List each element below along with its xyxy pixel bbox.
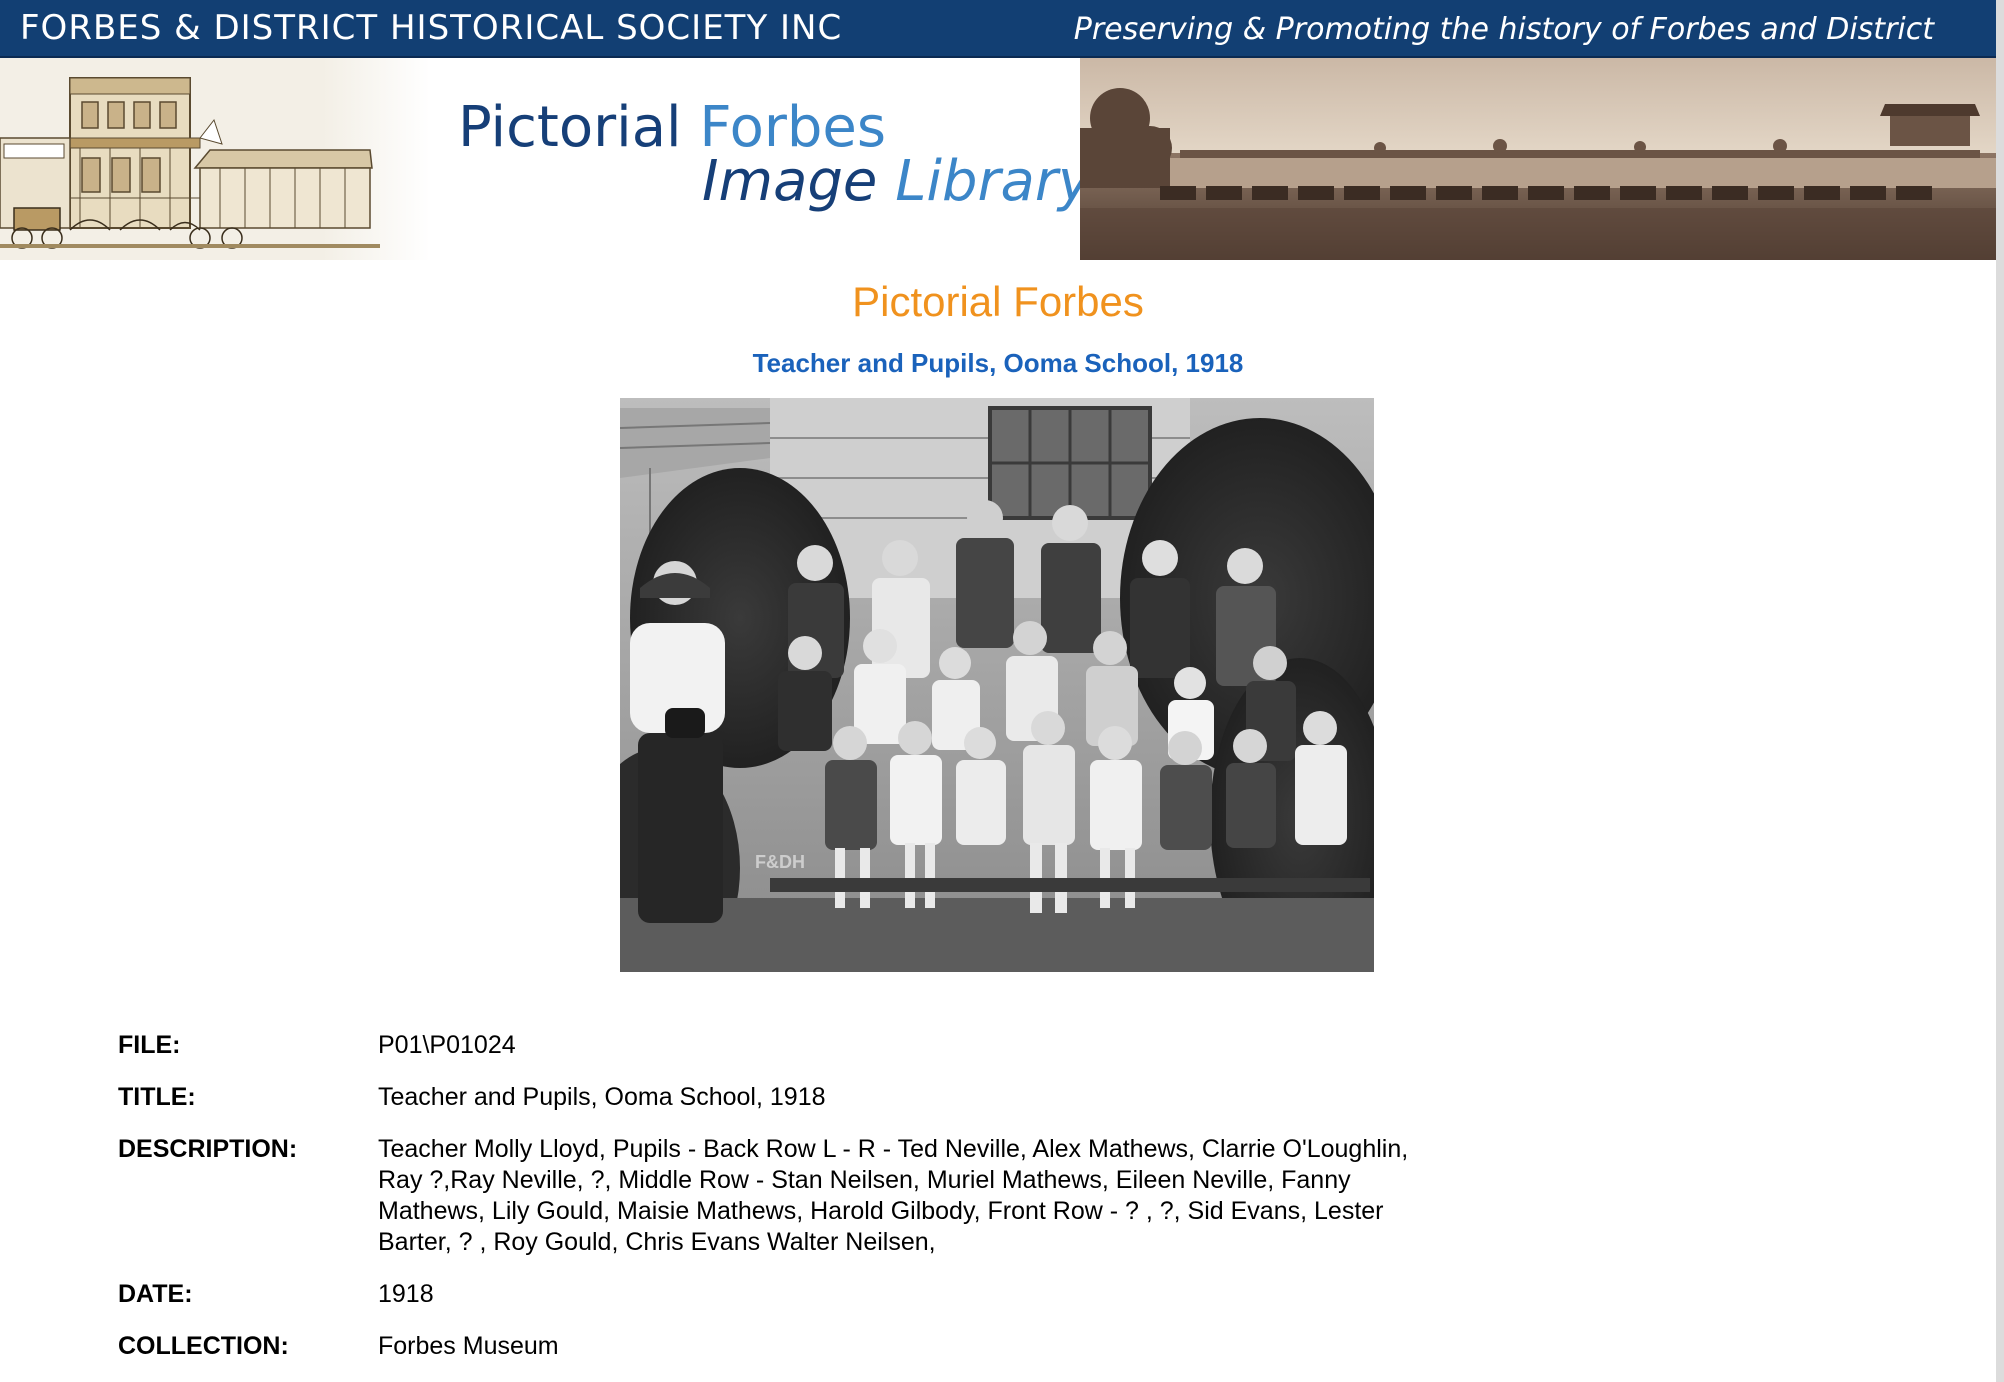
building-sketch-image: [0, 58, 430, 260]
library-title: Pictorial Forbes Image Library: [458, 100, 1091, 210]
detail-label-title: TITLE:: [118, 1083, 196, 1111]
society-name: FORBES & DISTRICT HISTORICAL SOCIETY INC: [20, 8, 843, 48]
showground-panorama-image: [1080, 58, 1996, 260]
detail-label-file: FILE:: [118, 1031, 181, 1059]
detail-value-title: Teacher and Pupils, Ooma School, 1918: [378, 1083, 826, 1111]
image-details-table: FILE: P01\P01024 TITLE: Teacher and Pupi…: [118, 1030, 1518, 1382]
society-tagline: Preserving & Promoting the history of Fo…: [1073, 12, 1934, 47]
detail-row-collection: COLLECTION: Forbes Museum: [118, 1331, 1518, 1362]
page: FORBES & DISTRICT HISTORICAL SOCIETY INC…: [0, 0, 2004, 1382]
school-group-photo: F&DH: [620, 398, 1374, 972]
photo-watermark: F&DH: [755, 852, 805, 872]
library-title-pictorial: Pictorial: [458, 95, 682, 160]
detail-row-file: FILE: P01\P01024: [118, 1030, 1518, 1061]
detail-value-description: Teacher Molly Lloyd, Pupils - Back Row L…: [378, 1135, 1409, 1256]
top-banner: FORBES & DISTRICT HISTORICAL SOCIETY INC…: [0, 0, 1996, 58]
image-title-heading: Teacher and Pupils, Ooma School, 1918: [752, 348, 1244, 378]
library-title-library: Library: [895, 149, 1092, 214]
page-heading: Pictorial Forbes: [852, 278, 1144, 325]
detail-value-collection: Forbes Museum: [378, 1332, 559, 1360]
header-banner: Pictorial Forbes Image Library: [0, 58, 1996, 260]
detail-label-description: DESCRIPTION:: [118, 1135, 298, 1163]
page-right-border: [1996, 0, 2004, 1382]
detail-row-title: TITLE: Teacher and Pupils, Ooma School, …: [118, 1082, 1518, 1113]
detail-row-date: DATE: 1918: [118, 1279, 1518, 1310]
detail-value-date: 1918: [378, 1280, 434, 1308]
library-title-image: Image: [702, 149, 878, 214]
detail-label-date: DATE:: [118, 1280, 193, 1308]
detail-value-file: P01\P01024: [378, 1031, 516, 1059]
detail-row-description: DESCRIPTION: Teacher Molly Lloyd, Pupils…: [118, 1134, 1518, 1258]
detail-label-collection: COLLECTION:: [118, 1332, 289, 1360]
